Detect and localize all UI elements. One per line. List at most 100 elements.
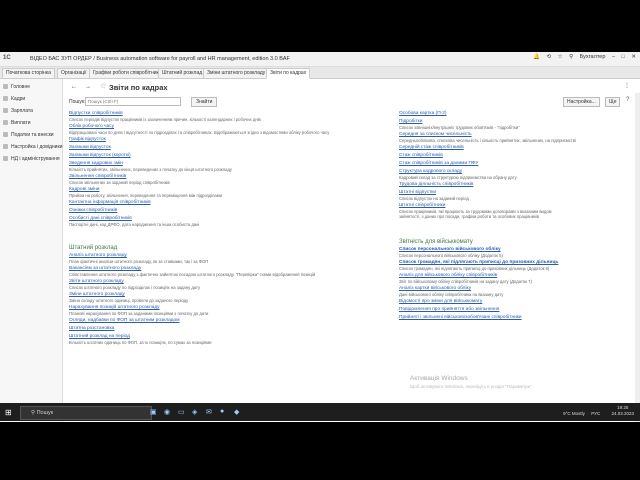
forward-icon[interactable]: → bbox=[83, 84, 93, 91]
help-icon[interactable]: ? bbox=[626, 97, 629, 103]
favorite-star-icon[interactable]: ☆ bbox=[100, 82, 106, 90]
list-item: Звіти штатного розкладу Список штатного р… bbox=[69, 279, 329, 290]
more-button[interactable]: Ще bbox=[605, 97, 621, 107]
list-item: Стаж співробітників за даними ПФУ bbox=[399, 161, 576, 167]
star-icon[interactable]: ☆ bbox=[558, 54, 563, 60]
sidebar-item-admin[interactable]: НД і адміністрування bbox=[3, 156, 60, 162]
folder-icon[interactable]: ▭ bbox=[178, 408, 185, 416]
list-item: Середній стаж співробітників bbox=[399, 145, 576, 151]
tab-staff-schedule-changes[interactable]: Зміни штатного розкладу bbox=[203, 68, 270, 79]
back-icon[interactable]: ← bbox=[69, 84, 79, 91]
report-description: Кадровий склад за структурою підприємств… bbox=[399, 175, 517, 180]
tab-hr-reports[interactable]: Звіти по кадрах bbox=[266, 68, 311, 79]
chrome-icon[interactable]: ● bbox=[220, 408, 224, 415]
app-window: 1C ВІДЕО БАС ЗУП ОРДЕР / Business automa… bbox=[0, 52, 640, 422]
list-item: Особова картка (П-2) bbox=[399, 111, 576, 117]
report-link[interactable]: Особова картка (П-2) bbox=[399, 111, 576, 117]
report-description: Список працівників, які працюють за труд… bbox=[399, 209, 552, 219]
left-reports-column: Відпустки співробітників Список періодів … bbox=[69, 111, 329, 347]
report-description: План фактичні аналізи штатного розкладу,… bbox=[69, 259, 209, 264]
list-item: Підробітки Список зовнішніх/внутрішніх тр… bbox=[399, 119, 576, 130]
report-description: Список зовнішніх/внутрішніх трудових обо… bbox=[399, 125, 520, 130]
report-link[interactable]: Графік відпусток bbox=[69, 137, 329, 143]
minimize-icon[interactable]: – bbox=[612, 54, 615, 60]
sidebar-item-payments[interactable]: Виплати bbox=[3, 120, 31, 126]
report-link[interactable]: Стаж співробітників bbox=[399, 153, 576, 159]
report-link[interactable]: Ознаки співробітників bbox=[69, 208, 329, 214]
more-vertical-icon[interactable]: ⋮ bbox=[624, 82, 630, 89]
sidebar-item-main[interactable]: Головне bbox=[3, 84, 30, 90]
report-link[interactable]: Огляди, надбавки по ФОП за штатним розкл… bbox=[69, 318, 329, 324]
list-item: Стаж співробітників bbox=[399, 153, 576, 159]
tab-work-schedules[interactable]: Графіки роботи співробітників bbox=[89, 68, 167, 79]
maximize-icon[interactable]: □ bbox=[622, 54, 625, 60]
tab-staff-schedule[interactable]: Штатний розклад bbox=[158, 68, 207, 79]
list-item: Огляди, надбавки по ФОП за штатним розкл… bbox=[69, 318, 329, 324]
report-description: Список штатного розкладу по підрозділах … bbox=[69, 285, 201, 290]
wallet-icon bbox=[3, 120, 8, 126]
list-item: Відомості про зміни для військкомату bbox=[399, 299, 576, 305]
report-description: Список періодів відпусток працівників із… bbox=[69, 117, 261, 122]
task-view-icon[interactable]: ▣ bbox=[150, 408, 157, 416]
windows-start-icon[interactable]: ⊞ bbox=[5, 408, 12, 417]
list-item: Облік робочого часу Відпрацьовані часи по… bbox=[69, 124, 329, 135]
edge-icon[interactable]: ◉ bbox=[164, 408, 170, 416]
store-icon[interactable]: ◈ bbox=[192, 408, 197, 416]
list-item: Трудова діяльність співробітників bbox=[399, 182, 576, 188]
report-link[interactable]: Середній стаж співробітників bbox=[399, 145, 576, 151]
report-description: Список звільнених за заданий період спів… bbox=[69, 180, 170, 185]
list-item: Особисті дані співробітників Паспортні да… bbox=[69, 216, 329, 227]
sidebar-item-settings[interactable]: Настройка і довідники bbox=[3, 144, 62, 150]
report-link[interactable]: Штатна розстановка bbox=[69, 326, 329, 332]
section-title-military: Звітність для військкомату bbox=[399, 239, 473, 245]
report-link[interactable]: Відомості про зміни для військкомату bbox=[399, 299, 576, 305]
report-description: Список громадян, які підлягають приписці… bbox=[399, 266, 550, 271]
history-icon[interactable]: ⟲ bbox=[547, 54, 552, 60]
report-link[interactable]: Прийняті і звільнені військовозобов'язан… bbox=[399, 315, 576, 321]
tab-bar: Початкова сторінка Організації Графіки р… bbox=[0, 67, 640, 79]
clock[interactable]: 19:25 24.03.2023 bbox=[606, 405, 634, 417]
report-description: Список персонального військового обліку … bbox=[399, 253, 503, 258]
sidebar-item-salary[interactable]: Зарплата bbox=[3, 108, 33, 114]
list-item: Аналіз картки військового обліку Дані вій… bbox=[399, 286, 576, 297]
list-item: Структура кадрового складу Кадровий склад… bbox=[399, 169, 576, 180]
section-title-staff-schedule: Штатний розклад bbox=[69, 245, 118, 251]
weather-text[interactable]: 9°C Mostly bbox=[563, 411, 585, 416]
report-description: Прийом на роботу, звільнення, переведенн… bbox=[69, 193, 222, 198]
report-link[interactable]: Контактна інформація співробітників bbox=[69, 200, 329, 206]
tab-organizations[interactable]: Організації bbox=[57, 68, 91, 79]
list-item: Прийняті і звільнені військовозобов'язан… bbox=[399, 315, 576, 321]
list-item: Нарахування позицій штатного розкладу Пла… bbox=[69, 305, 329, 316]
activation-watermark-text: Щоб активувати Windows, перейдіть в розд… bbox=[410, 384, 534, 389]
close-icon[interactable]: ✕ bbox=[631, 54, 636, 60]
bell-icon[interactable]: 🔔 bbox=[533, 54, 540, 60]
find-button[interactable]: Знайти bbox=[191, 97, 218, 107]
onec-app-icon[interactable]: ◆ bbox=[234, 408, 239, 416]
sidebar-item-hr[interactable]: Кадри bbox=[3, 96, 25, 102]
search-icon[interactable]: ⚲ bbox=[569, 54, 573, 60]
settings-button[interactable]: Настройка... bbox=[563, 97, 600, 107]
search-input[interactable] bbox=[85, 97, 181, 106]
report-link[interactable]: Повідомлення про прийняття або звільненн… bbox=[399, 307, 576, 313]
report-link[interactable]: Залишки відпусток (короткі) bbox=[69, 153, 329, 159]
taskbar-search[interactable]: ⚲ Пошук bbox=[20, 406, 152, 420]
money-icon bbox=[3, 108, 8, 114]
page-title: Звіти по кадрах bbox=[109, 83, 168, 92]
report-description: Дані військового обліку співробітника на… bbox=[399, 292, 504, 297]
tab-home[interactable]: Початкова сторінка bbox=[2, 68, 55, 79]
report-link[interactable]: Стаж співробітників за даними ПФУ bbox=[399, 161, 576, 167]
report-link[interactable]: Трудова діяльність співробітників bbox=[399, 182, 576, 188]
list-item: Вакансіям за штатного розкладу Співставле… bbox=[69, 266, 329, 277]
report-link[interactable]: Залишки відпусток bbox=[69, 145, 329, 151]
admin-icon bbox=[3, 156, 8, 162]
vertical-scrollbar[interactable] bbox=[635, 93, 640, 422]
mail-icon[interactable]: ✉ bbox=[206, 408, 212, 416]
tax-icon bbox=[3, 132, 8, 138]
list-item: Контактна інформація співробітників bbox=[69, 200, 329, 206]
report-description: Середньооблікова, спискова чисельність і… bbox=[399, 138, 576, 143]
report-description: Співставлення штатного розкладу з фактич… bbox=[69, 272, 316, 277]
language-indicator[interactable]: РУС bbox=[591, 411, 600, 416]
sidebar-item-taxes[interactable]: Податки та внески bbox=[3, 132, 54, 138]
report-description: Зміна складу штатного одиниці, провели д… bbox=[69, 298, 189, 303]
user-name[interactable]: Бухгалтер bbox=[580, 54, 606, 60]
